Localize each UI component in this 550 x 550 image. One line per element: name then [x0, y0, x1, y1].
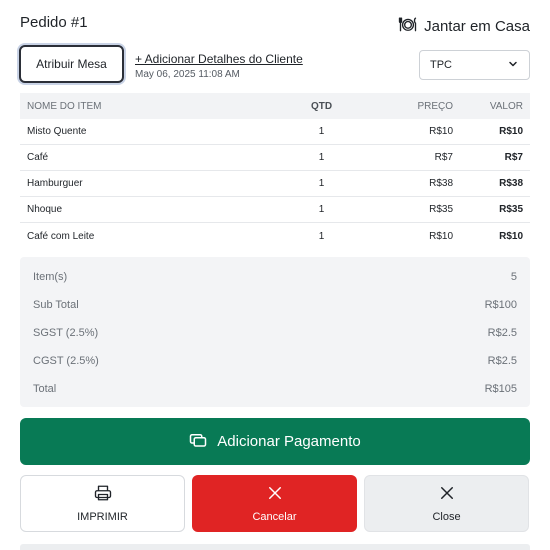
close-button[interactable]: Close [364, 475, 529, 532]
item-qty: 1 [318, 230, 325, 242]
item-price: R$10 [429, 126, 453, 137]
item-qty: 1 [318, 126, 325, 137]
order-type-label: Jantar em Casa [424, 17, 530, 35]
item-qty: 1 [318, 204, 325, 215]
table-row[interactable]: Nhoque 1 R$35 R$35 [20, 197, 530, 223]
col-price-header: PREÇO [417, 100, 453, 112]
summary-value: R$100 [484, 299, 517, 311]
item-total: R$7 [504, 152, 523, 163]
header: Pedido #1 Jantar em Casa [20, 14, 530, 35]
bottom-divider [20, 544, 530, 550]
add-payment-button[interactable]: Adicionar Pagamento [20, 418, 530, 465]
item-total: R$10 [499, 230, 523, 242]
summary-row-items: Item(s) 5 [33, 263, 517, 291]
table-row[interactable]: Café com Leite 1 R$10 R$10 [20, 223, 530, 249]
add-payment-label: Adicionar Pagamento [217, 433, 361, 450]
summary-value: R$105 [484, 383, 517, 395]
item-name: Café [27, 152, 49, 163]
summary-value: 5 [510, 271, 517, 283]
item-qty: 1 [318, 178, 325, 189]
dining-icon [398, 14, 418, 38]
summary-label: Item(s) [33, 271, 68, 283]
item-total: R$38 [499, 178, 523, 189]
summary-row-subtotal: Sub Total R$100 [33, 291, 517, 319]
order-title: Pedido #1 [20, 14, 88, 31]
summary-label: Total [33, 383, 57, 395]
summary-label: CGST (2.5%) [33, 355, 99, 367]
order-mode-value: TPC [430, 59, 452, 71]
table-row[interactable]: Hamburguer 1 R$38 R$38 [20, 171, 530, 197]
payment-icon [189, 431, 207, 453]
order-summary: Item(s) 5 Sub Total R$100 SGST (2.5%) R$… [20, 257, 530, 407]
print-button[interactable]: IMPRIMIR [20, 475, 185, 532]
assign-table-button[interactable]: Atribuir Mesa [19, 45, 124, 83]
item-total: R$10 [499, 126, 523, 137]
add-customer-details-link[interactable]: + Adicionar Detalhes do Cliente [135, 52, 303, 66]
cancel-button[interactable]: Cancelar [192, 475, 357, 532]
table-header: NOME DO ITEM QTD PREÇO VALOR [20, 93, 530, 119]
table-row[interactable]: Café 1 R$7 R$7 [20, 145, 530, 171]
summary-row-total: Total R$105 [33, 375, 517, 403]
printer-icon [94, 484, 112, 505]
item-name: Nhoque [27, 204, 63, 215]
col-total-header: VALOR [489, 100, 523, 112]
item-price: R$7 [434, 152, 453, 163]
items-table: NOME DO ITEM QTD PREÇO VALOR Misto Quent… [20, 93, 530, 249]
item-price: R$35 [429, 204, 453, 215]
close-icon [438, 484, 456, 505]
order-mode-select[interactable]: TPC [419, 50, 530, 80]
item-name: Café com Leite [27, 230, 95, 242]
table-row[interactable]: Misto Quente 1 R$10 R$10 [20, 119, 530, 145]
col-qty-header: QTD [310, 100, 333, 112]
close-label: Close [432, 511, 461, 523]
summary-value: R$2.5 [487, 355, 517, 367]
item-total: R$35 [499, 204, 523, 215]
summary-row-sgst: SGST (2.5%) R$2.5 [33, 319, 517, 347]
summary-row-cgst: CGST (2.5%) R$2.5 [33, 347, 517, 375]
item-name: Hamburguer [27, 178, 83, 189]
order-type: Jantar em Casa [398, 14, 530, 38]
close-icon [266, 484, 284, 505]
order-date: May 06, 2025 11:08 AM [135, 69, 240, 80]
item-qty: 1 [318, 152, 325, 163]
print-label: IMPRIMIR [77, 511, 128, 523]
cancel-label: Cancelar [252, 511, 297, 523]
summary-label: Sub Total [33, 299, 79, 311]
summary-label: SGST (2.5%) [33, 327, 99, 339]
chevron-down-icon [507, 58, 519, 73]
summary-value: R$2.5 [487, 327, 517, 339]
col-name-header: NOME DO ITEM [27, 100, 102, 112]
item-name: Misto Quente [27, 126, 87, 137]
item-price: R$38 [429, 178, 453, 189]
item-price: R$10 [429, 230, 453, 242]
